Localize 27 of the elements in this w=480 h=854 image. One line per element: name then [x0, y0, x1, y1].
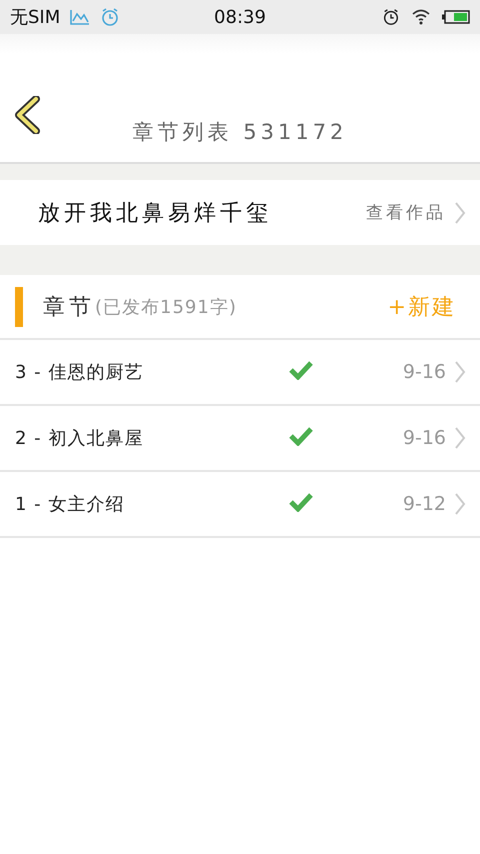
chevron-right-icon: [454, 361, 466, 383]
chapter-row[interactable]: 1 - 女主介绍 9-12: [0, 472, 480, 538]
chapter-title: 1 - 女主介绍: [15, 493, 126, 516]
book-title: 放开我北鼻易烊千玺: [38, 200, 273, 228]
chapter-date: 9-12: [402, 493, 446, 515]
word-count: (已发布1591字): [95, 296, 238, 318]
wifi-icon: [412, 9, 430, 25]
clock-time: 08:39: [213, 6, 267, 28]
battery-icon: [442, 10, 470, 24]
chevron-right-icon: [454, 427, 466, 449]
back-button[interactable]: [14, 96, 40, 134]
chapter-title: 2 - 初入北鼻屋: [15, 427, 144, 450]
chapter-row[interactable]: 2 - 初入北鼻屋 9-16: [0, 406, 480, 472]
alarm-icon: [100, 7, 120, 27]
chapter-row[interactable]: 3 - 佳恩的厨艺 9-16: [0, 340, 480, 406]
section-title: 章节: [43, 294, 95, 322]
carrier-label: 无SIM: [10, 6, 60, 29]
image-icon: [70, 9, 90, 25]
chevron-right-icon: [454, 202, 466, 224]
chapter-date: 9-16: [402, 361, 446, 383]
chapter-date: 9-16: [402, 427, 446, 449]
accent-bar: [15, 286, 23, 326]
view-works-link[interactable]: 查看作品: [366, 201, 466, 224]
chevron-right-icon: [454, 493, 466, 515]
alarm-icon: [382, 8, 400, 26]
chapter-title: 3 - 佳恩的厨艺: [15, 361, 144, 384]
page-title: 章节列表 531172: [132, 120, 348, 144]
